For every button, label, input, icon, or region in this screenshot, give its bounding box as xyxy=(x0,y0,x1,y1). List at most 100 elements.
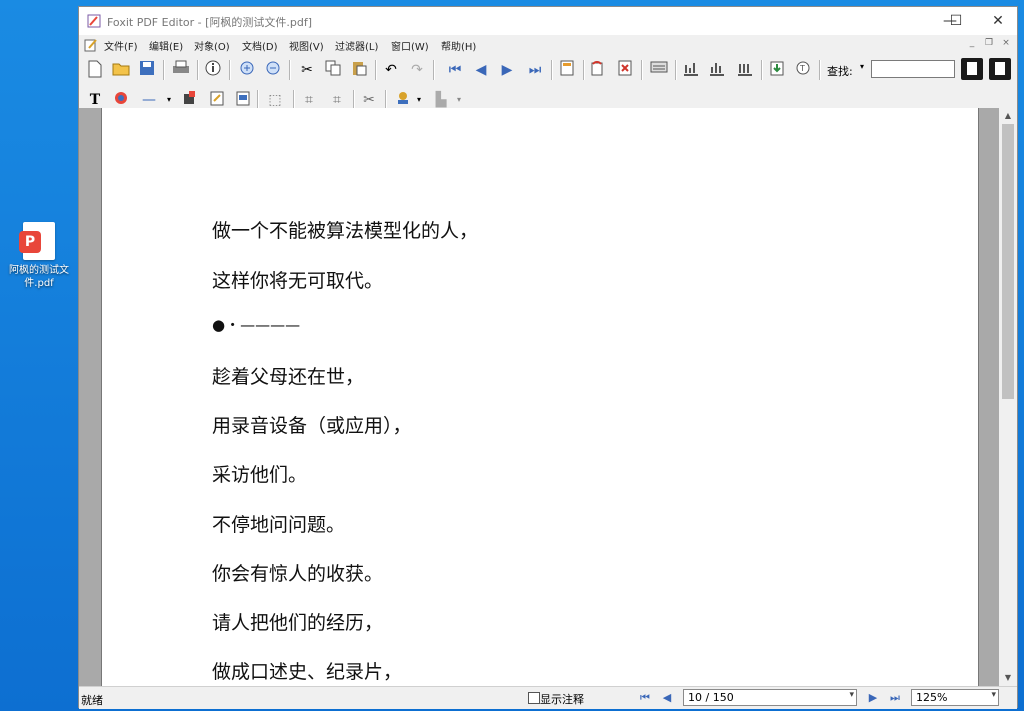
menu-file[interactable]: 文件(F) xyxy=(104,38,138,53)
status-text: 就绪 xyxy=(81,694,103,707)
new-document-icon[interactable] xyxy=(85,60,105,80)
status-first-page-icon[interactable]: ⏮ xyxy=(637,690,653,706)
previous-page-icon[interactable]: ◀ xyxy=(471,60,491,80)
zoom-field[interactable]: 125% ▾ xyxy=(911,689,999,706)
page-number-field[interactable]: 10 / 150 ▾ xyxy=(683,689,857,706)
vertical-scrollbar[interactable]: ▲ ▼ xyxy=(999,108,1017,686)
color-tool-icon[interactable] xyxy=(111,90,131,110)
document-area[interactable]: 做一个不能被算法模型化的人， 这样你将无可取代。 ●・———— 趁着父母还在世，… xyxy=(79,108,999,686)
ocr-icon[interactable]: T xyxy=(793,60,813,80)
window-title: Foxit PDF Editor - [阿枫的测试文件.pdf] xyxy=(107,16,313,29)
delete-page-icon[interactable] xyxy=(615,60,635,80)
mdi-restore-button[interactable]: ❐ xyxy=(982,38,996,50)
mdi-close-button[interactable]: × xyxy=(999,38,1013,50)
tools-icon[interactable]: ✂ xyxy=(359,90,379,110)
find-dropdown-icon[interactable]: ▾ xyxy=(860,62,864,71)
find-next-button[interactable] xyxy=(989,58,1011,80)
chart-c-icon[interactable] xyxy=(735,60,755,80)
toolbar-separator xyxy=(229,60,231,80)
zoom-dropdown-icon[interactable]: ▾ xyxy=(991,690,996,700)
desktop-file-icon[interactable]: P 阿枫的测试文件.pdf xyxy=(6,222,72,290)
page-properties-icon[interactable] xyxy=(557,60,577,80)
title-bar: Foxit PDF Editor - [阿枫的测试文件.pdf] — ☐ ✕ xyxy=(79,7,1017,35)
app-window: Foxit PDF Editor - [阿枫的测试文件.pdf] — ☐ ✕ 文… xyxy=(78,6,1018,709)
mdi-minimize-button[interactable]: _ xyxy=(965,38,979,50)
rotate-page-icon[interactable] xyxy=(587,60,607,80)
find-previous-button[interactable] xyxy=(961,58,983,80)
show-annotations-label: 显示注释 xyxy=(540,693,584,706)
last-page-icon[interactable]: ⏭ xyxy=(525,60,545,80)
page-text-line: 你会有惊人的收获。 xyxy=(212,563,384,585)
stamp-dropdown-icon[interactable]: ▾ xyxy=(417,95,421,104)
toolbar-separator xyxy=(583,60,585,80)
shape-tool-icon[interactable] xyxy=(179,90,199,110)
scroll-down-icon[interactable]: ▼ xyxy=(999,670,1017,686)
page-dropdown-icon[interactable]: ▾ xyxy=(849,690,854,700)
status-previous-page-icon[interactable]: ◀ xyxy=(659,690,675,706)
status-bar: 就绪 显示注释 ⏮ ◀ 10 / 150 ▾ ▶ ⏭ 125% ▾ xyxy=(79,686,1017,709)
page-text-line: ●・———— xyxy=(212,316,301,334)
attach-dropdown-icon[interactable]: ▾ xyxy=(457,95,461,104)
main-toolbar: ✂ ↶ ↷ ⏮ ◀ ▶ ⏭ T 查找: ▾ xyxy=(79,55,1017,86)
cut-icon[interactable]: ✂ xyxy=(297,60,317,80)
menu-filter[interactable]: 过滤器(L) xyxy=(335,38,378,53)
toolbar-separator xyxy=(197,60,199,80)
zoom-in-icon[interactable] xyxy=(237,60,257,80)
info-icon[interactable] xyxy=(203,60,223,80)
pdf-page[interactable]: 做一个不能被算法模型化的人， 这样你将无可取代。 ●・———— 趁着父母还在世，… xyxy=(101,108,979,686)
next-page-icon[interactable]: ▶ xyxy=(497,60,517,80)
page-text-line: 趁着父母还在世， xyxy=(212,366,365,388)
page-text-line: 用录音设备（或应用）， xyxy=(212,415,412,437)
attach-tool-icon[interactable]: ▙ xyxy=(431,90,451,110)
page-text-line: 做一个不能被算法模型化的人， xyxy=(212,220,479,242)
page-number-value: 10 / 150 xyxy=(688,691,734,704)
save-icon[interactable] xyxy=(137,60,157,80)
scroll-thumb[interactable] xyxy=(1002,124,1014,399)
toolbar-separator xyxy=(819,60,821,80)
status-next-page-icon[interactable]: ▶ xyxy=(865,690,881,706)
menu-edit[interactable]: 编辑(E) xyxy=(149,38,183,53)
chart-a-icon[interactable] xyxy=(681,60,701,80)
keyboard-icon[interactable] xyxy=(649,60,669,80)
menu-window[interactable]: 窗口(W) xyxy=(391,38,429,53)
open-folder-icon[interactable] xyxy=(111,60,131,80)
first-page-icon[interactable]: ⏮ xyxy=(445,60,465,80)
toolbar-separator xyxy=(433,60,435,80)
toolbar-separator xyxy=(163,60,165,80)
line-tool-icon[interactable]: — xyxy=(139,90,159,110)
page-text-line: 采访他们。 xyxy=(212,464,308,486)
crop-icon[interactable]: ⌗ xyxy=(299,90,319,110)
redo-icon[interactable]: ↷ xyxy=(407,60,427,80)
stamp-tool-icon[interactable] xyxy=(393,90,413,110)
image-tool-icon[interactable] xyxy=(207,90,227,110)
form-tool-icon[interactable] xyxy=(233,90,253,110)
toolbar-separator xyxy=(761,60,763,80)
undo-icon[interactable]: ↶ xyxy=(381,60,401,80)
pdf-file-icon: P xyxy=(19,222,55,260)
copy-icon[interactable] xyxy=(323,60,343,80)
paste-icon[interactable] xyxy=(349,60,369,80)
select-object-icon[interactable]: ⬚ xyxy=(265,90,285,110)
toolbar-separator xyxy=(551,60,553,80)
text-tool-icon[interactable]: T xyxy=(85,90,105,110)
show-annotations-checkbox[interactable] xyxy=(528,692,540,704)
extract-icon[interactable] xyxy=(767,60,787,80)
menu-object[interactable]: 对象(O) xyxy=(194,38,230,53)
menu-help[interactable]: 帮助(H) xyxy=(441,38,476,53)
print-icon[interactable] xyxy=(171,60,191,80)
toolbar-separator xyxy=(385,90,387,110)
maximize-button[interactable]: ☐ xyxy=(933,7,979,35)
close-button[interactable]: ✕ xyxy=(975,7,1021,35)
line-dropdown-icon[interactable]: ▾ xyxy=(167,95,171,104)
transform-icon[interactable]: ⌗ xyxy=(327,90,347,110)
menu-view[interactable]: 视图(V) xyxy=(289,38,324,53)
menu-document[interactable]: 文档(D) xyxy=(242,38,278,53)
zoom-out-icon[interactable] xyxy=(263,60,283,80)
scroll-up-icon[interactable]: ▲ xyxy=(999,108,1017,124)
svg-text:T: T xyxy=(799,64,805,73)
toolbar-separator xyxy=(257,90,259,110)
chart-b-icon[interactable] xyxy=(707,60,727,80)
status-last-page-icon[interactable]: ⏭ xyxy=(887,690,903,706)
page-text-line: 这样你将无可取代。 xyxy=(212,270,384,292)
find-input[interactable] xyxy=(871,60,955,78)
